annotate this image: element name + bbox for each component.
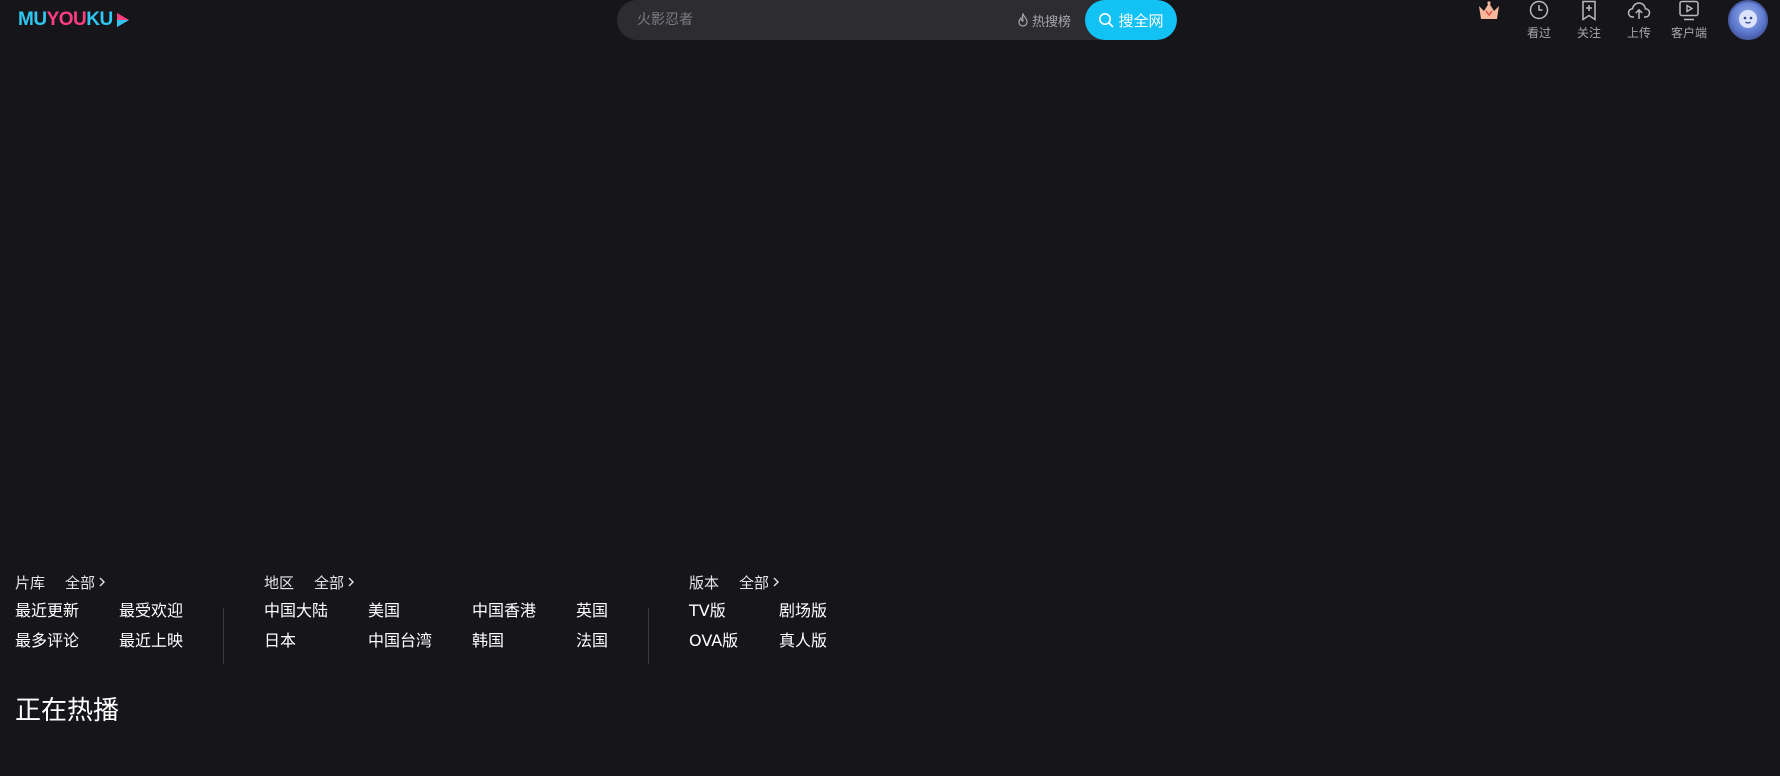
filter-version-title: 版本 — [689, 573, 720, 592]
filter-option-region[interactable]: 法国 — [576, 628, 680, 654]
logo-text-ku: KU — [86, 9, 113, 30]
filter-option-live-action[interactable]: 真人版 — [779, 628, 869, 654]
clock-icon — [1529, 0, 1549, 20]
filter-option-region[interactable]: 中国香港 — [472, 598, 576, 624]
category-filters: 片库 全部 最近更新 最受欢迎 最多评论 最近上映 地区 全部 中国大陆 美国 … — [0, 568, 900, 668]
filter-option-tv[interactable]: TV版 — [689, 598, 779, 624]
search-input[interactable] — [617, 0, 1007, 40]
filter-region-title: 地区 — [264, 573, 295, 592]
filter-option-region[interactable]: 英国 — [576, 598, 680, 624]
crown-icon — [1479, 1, 1499, 19]
now-playing-heading: 正在热播 — [15, 696, 120, 726]
toolbar-history-label: 看过 — [1526, 26, 1551, 40]
brand-logo[interactable]: MU YOU KU — [18, 9, 131, 31]
toolbar-upload[interactable]: 上传 — [1614, 0, 1664, 41]
chevron-right-icon — [348, 577, 355, 587]
toolbar-follow-label: 关注 — [1576, 26, 1601, 40]
filter-group-version: 版本 全部 TV版 剧场版 OVA版 真人版 — [689, 568, 869, 654]
avatar-face-icon — [1739, 10, 1757, 28]
top-header: MU YOU KU 热搜榜 搜全网 — [0, 0, 1780, 50]
filter-option-most-popular[interactable]: 最受欢迎 — [119, 598, 223, 624]
filter-library-all-label: 全部 — [65, 573, 96, 592]
logo-text-mu: MU — [18, 9, 47, 30]
toolbar-upload-label: 上传 — [1626, 26, 1651, 40]
filter-version-all-link[interactable]: 全部 — [739, 572, 780, 593]
filter-region-all-label: 全部 — [314, 573, 345, 592]
chevron-right-icon — [773, 577, 780, 587]
hot-rank-label: 热搜榜 — [1032, 14, 1072, 30]
filter-region-all-link[interactable]: 全部 — [314, 572, 355, 593]
filter-option-region[interactable]: 韩国 — [472, 628, 576, 654]
filter-library-title: 片库 — [15, 573, 46, 592]
flame-icon — [1018, 13, 1028, 27]
filter-group-region: 地区 全部 中国大陆 美国 中国香港 英国 日本 中国台湾 韩国 法国 — [264, 568, 680, 654]
hot-rank-link[interactable]: 热搜榜 — [1017, 0, 1071, 40]
filter-divider — [648, 608, 649, 664]
user-avatar[interactable] — [1728, 0, 1768, 40]
search-all-button[interactable]: 搜全网 — [1085, 0, 1177, 40]
filter-option-region[interactable]: 日本 — [264, 628, 368, 654]
toolbar-follow[interactable]: 关注 — [1564, 0, 1614, 41]
search-icon — [1099, 13, 1114, 28]
filter-group-library: 片库 全部 最近更新 最受欢迎 最多评论 最近上映 — [15, 568, 223, 654]
filter-option-region[interactable]: 中国台湾 — [368, 628, 472, 654]
filter-option-region[interactable]: 美国 — [368, 598, 472, 624]
logo-play-icon — [116, 13, 129, 27]
filter-option-ova[interactable]: OVA版 — [689, 628, 779, 654]
toolbar-client-label: 客户端 — [1670, 26, 1707, 40]
bookmark-add-icon — [1582, 0, 1596, 21]
filter-option-latest-release[interactable]: 最近上映 — [119, 628, 223, 654]
vip-crown-button[interactable] — [1476, 0, 1502, 22]
search-bar: 热搜榜 搜全网 — [617, 0, 1177, 40]
filter-divider — [223, 608, 224, 664]
filter-version-all-label: 全部 — [739, 573, 770, 592]
logo-text-you: YOU — [46, 9, 87, 30]
filter-option-region[interactable]: 中国大陆 — [264, 598, 368, 624]
cloud-upload-icon — [1627, 2, 1651, 19]
filter-option-latest-update[interactable]: 最近更新 — [15, 598, 119, 624]
filter-option-movie[interactable]: 剧场版 — [779, 598, 869, 624]
search-all-label: 搜全网 — [1118, 11, 1164, 30]
toolbar-history[interactable]: 看过 — [1514, 0, 1564, 41]
tv-client-icon — [1679, 0, 1699, 21]
filter-library-all-link[interactable]: 全部 — [65, 572, 106, 593]
chevron-right-icon — [99, 577, 106, 587]
toolbar-client[interactable]: 客户端 — [1664, 0, 1714, 41]
filter-option-most-comments[interactable]: 最多评论 — [15, 628, 119, 654]
